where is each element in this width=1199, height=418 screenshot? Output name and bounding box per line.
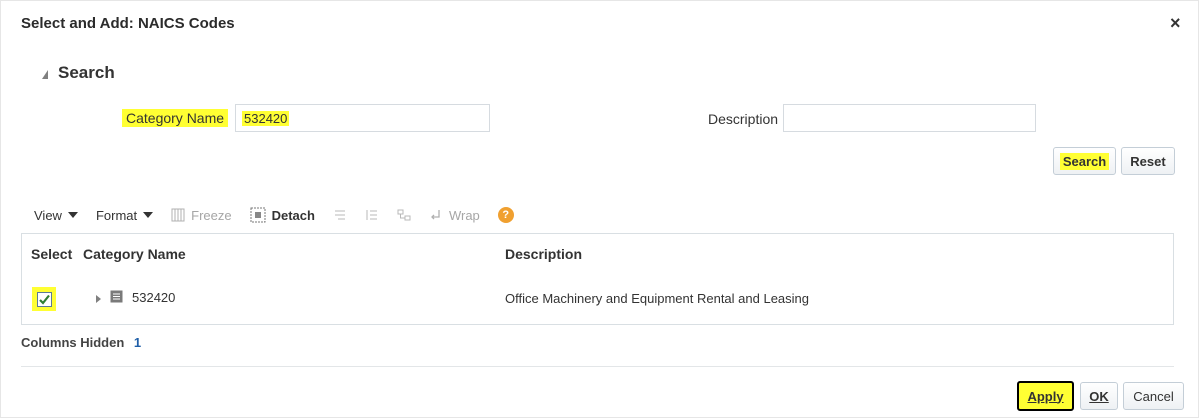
table-toolbar: View Format Freeze Detach Wrap ? [34, 205, 532, 225]
format-menu-label: Format [95, 207, 138, 223]
row-select-checkbox[interactable] [36, 291, 52, 307]
search-button[interactable]: Search [1053, 147, 1116, 175]
format-menu[interactable]: Format [95, 207, 154, 223]
table-row[interactable]: 532420 Office Machinery and Equipment Re… [22, 274, 1173, 324]
detach-label: Detach [271, 207, 315, 223]
columns-hidden-count[interactable]: 1 [134, 335, 141, 350]
apply-button[interactable]: Apply [1017, 381, 1074, 411]
detach-icon [250, 207, 266, 223]
column-header-category-name[interactable]: Category Name [83, 246, 186, 262]
description-input[interactable] [783, 104, 1036, 132]
format-caret-icon [143, 212, 154, 218]
freeze-label: Freeze [191, 207, 232, 223]
apply-button-label: Apply [1027, 388, 1064, 404]
cancel-button-label: Cancel [1133, 388, 1174, 404]
table-header: Select Category Name Description [22, 234, 1173, 275]
checkmark-icon [38, 294, 50, 305]
category-name-value: 532420 [242, 111, 290, 126]
detach-button[interactable]: Detach [250, 207, 315, 223]
dialog-title: Select and Add: NAICS Codes [21, 15, 235, 32]
scroll-to-top-button[interactable] [397, 208, 417, 222]
search-section-title: Search [58, 63, 115, 82]
help-icon: ? [497, 207, 514, 223]
leaf-node-icon [110, 290, 123, 306]
wrap-label: Wrap [448, 207, 480, 223]
select-checkbox-highlight [32, 287, 56, 311]
reset-button-label: Reset [1130, 153, 1166, 169]
footer-divider [21, 366, 1174, 367]
row-description: Office Machinery and Equipment Rental an… [505, 291, 810, 306]
collapse-all-button[interactable] [365, 208, 385, 222]
dialog-titlebar: Select and Add: NAICS Codes × [0, 0, 1199, 50]
collapse-triangle-icon[interactable] [42, 69, 48, 79]
columns-hidden-label: Columns Hidden [21, 335, 125, 350]
reset-button[interactable]: Reset [1121, 147, 1175, 175]
category-name-input[interactable]: 532420 [235, 104, 490, 132]
columns-hidden-status: Columns Hidden 1 [21, 335, 141, 350]
view-caret-icon [67, 212, 78, 218]
help-button[interactable]: ? [497, 207, 514, 223]
description-label: Description [708, 111, 779, 127]
search-section-header[interactable]: Search [42, 63, 115, 83]
column-header-select[interactable]: Select [31, 246, 72, 262]
row-category-name: 532420 [132, 290, 176, 305]
close-icon[interactable]: × [1170, 14, 1181, 32]
naics-dialog: Select and Add: NAICS Codes × Search Cat… [0, 0, 1199, 418]
category-name-label: Category Name [122, 109, 229, 127]
freeze-icon [171, 208, 185, 222]
expand-all-icon [333, 208, 347, 222]
collapse-all-icon [365, 208, 379, 222]
wrap-icon [429, 208, 443, 222]
search-button-label: Search [1059, 152, 1110, 170]
expand-all-button[interactable] [333, 208, 353, 222]
view-menu-label: View [34, 207, 62, 223]
view-menu[interactable]: View [34, 208, 78, 223]
wrap-button[interactable]: Wrap [429, 208, 480, 223]
expand-row-icon[interactable] [95, 292, 103, 307]
freeze-button[interactable]: Freeze [171, 207, 232, 223]
column-header-description[interactable]: Description [505, 246, 582, 262]
hierarchy-icon [397, 208, 411, 222]
ok-button[interactable]: OK [1080, 382, 1118, 410]
results-table: Select Category Name Description 532420 … [21, 233, 1174, 325]
ok-button-label: OK [1089, 388, 1109, 404]
cancel-button[interactable]: Cancel [1123, 382, 1184, 410]
